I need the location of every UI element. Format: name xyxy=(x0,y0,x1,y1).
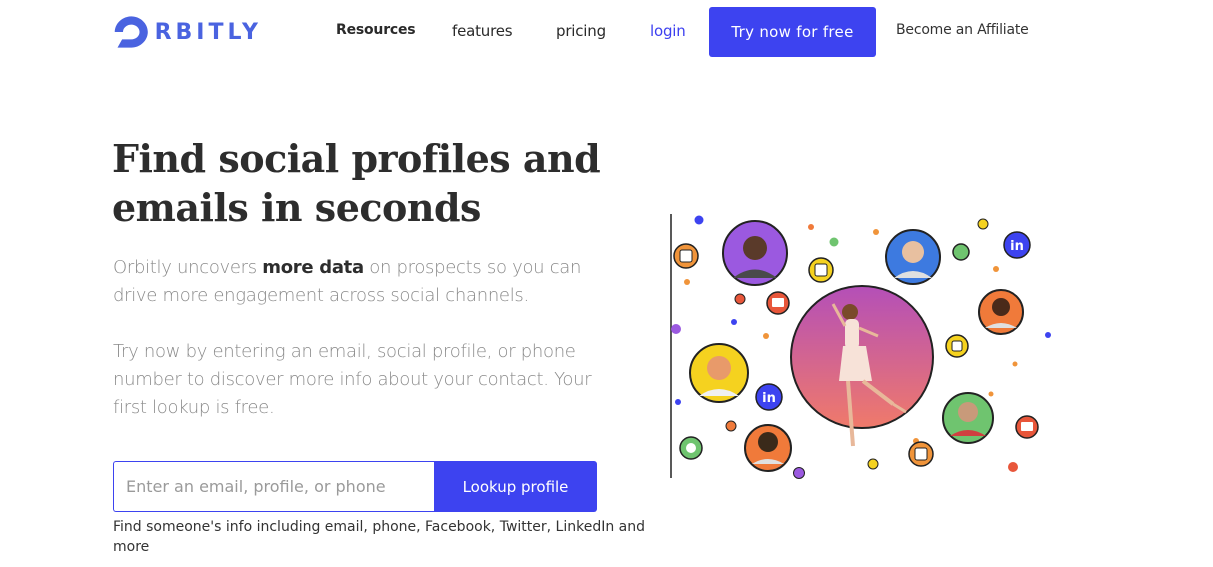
hero-instructions: Try now by entering an email, social pro… xyxy=(113,341,592,418)
mail-icon xyxy=(766,291,790,315)
hero-description-start: Orbitly uncovers xyxy=(113,257,263,278)
chat-icon xyxy=(945,334,969,358)
svg-text:in: in xyxy=(1010,239,1024,254)
avatar-6 xyxy=(744,424,792,472)
lookup-input[interactable] xyxy=(113,461,434,512)
avatar-3 xyxy=(978,289,1024,335)
try-now-button[interactable]: Try now for free xyxy=(709,7,876,57)
avatar-2 xyxy=(885,229,941,285)
nav-link-affiliate[interactable]: Become an Affiliate xyxy=(896,22,1029,38)
nav-link-features[interactable]: features xyxy=(452,22,513,40)
nav-link-login[interactable]: login xyxy=(650,22,686,40)
lookup-profile-button[interactable]: Lookup profile xyxy=(434,461,597,512)
hero-illustration: in in xyxy=(670,214,1051,479)
logo-mark-icon xyxy=(114,16,148,48)
logo-text: RBITLY xyxy=(154,19,262,45)
top-navigation: RBITLY Resources features pricing login … xyxy=(0,0,1213,64)
hero-description-bold: more data xyxy=(262,257,364,278)
svg-text:in: in xyxy=(762,391,776,406)
lookup-hint: Find someone's info including email, pho… xyxy=(113,519,645,555)
nav-link-resources[interactable]: Resources xyxy=(336,22,416,38)
message-icon xyxy=(673,243,699,269)
orbitly-logo[interactable]: RBITLY xyxy=(112,12,262,52)
hero-title: Find social profiles and emails in secon… xyxy=(112,136,601,230)
linkedin-icon: in xyxy=(1003,231,1031,259)
nav-link-pricing[interactable]: pricing xyxy=(556,22,606,40)
avatar-4 xyxy=(689,343,749,403)
chat-icon xyxy=(808,257,834,283)
lookup-form: Lookup profile xyxy=(113,461,597,512)
avatar-1 xyxy=(722,220,788,286)
hero-description: Orbitly uncovers more data on prospects … xyxy=(113,254,613,310)
message-icon xyxy=(908,441,934,467)
avatar-5 xyxy=(942,392,994,444)
mail-icon xyxy=(1015,415,1039,439)
linkedin-icon: in xyxy=(755,383,783,411)
phone-icon xyxy=(952,243,970,261)
phone-icon xyxy=(679,436,703,460)
